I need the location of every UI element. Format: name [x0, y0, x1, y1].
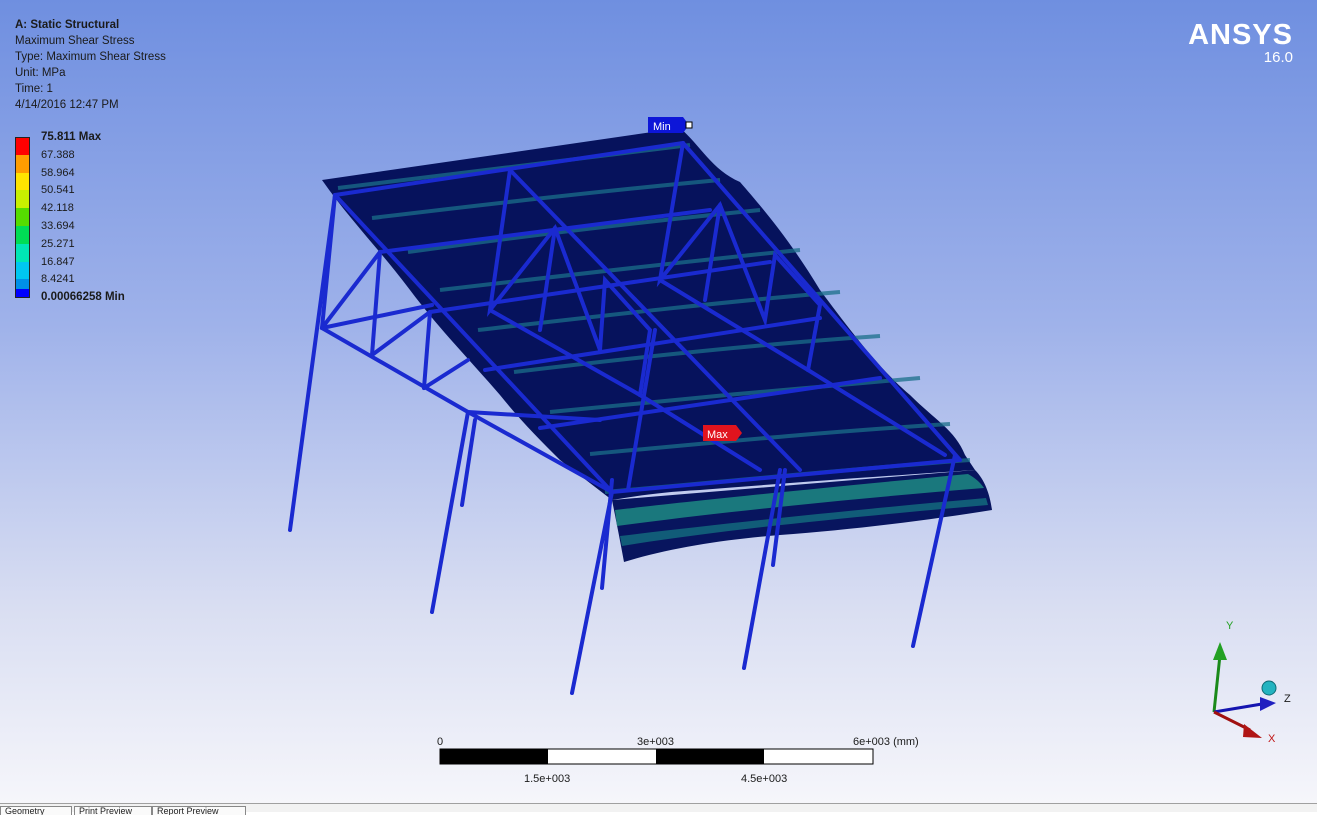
triad-iso-ball[interactable] — [1261, 680, 1277, 696]
triad-x-label: X — [1268, 733, 1276, 745]
min-probe-label: Min — [653, 121, 671, 133]
scale-label-3e3: 3e+003 — [637, 736, 675, 748]
max-probe-label: Max — [707, 429, 728, 441]
scale-label-0: 0 — [437, 736, 444, 748]
structure-model[interactable]: Min Max — [0, 0, 1317, 811]
axis-triad[interactable] — [1212, 642, 1277, 738]
triad-z-label: Z — [1284, 693, 1291, 705]
scale-label-1-5e3: 1.5e+003 — [524, 773, 571, 785]
scale-label-6e3: 6e+003 (mm) — [853, 736, 919, 748]
min-probe-tag[interactable]: Min — [648, 117, 693, 133]
triad-y-label: Y — [1226, 620, 1234, 632]
graphics-viewport[interactable]: A: Static Structural Maximum Shear Stres… — [0, 0, 1317, 811]
max-probe-tag[interactable]: Max — [703, 425, 742, 441]
scale-bar — [439, 748, 874, 765]
scale-label-4-5e3: 4.5e+003 — [741, 773, 788, 785]
